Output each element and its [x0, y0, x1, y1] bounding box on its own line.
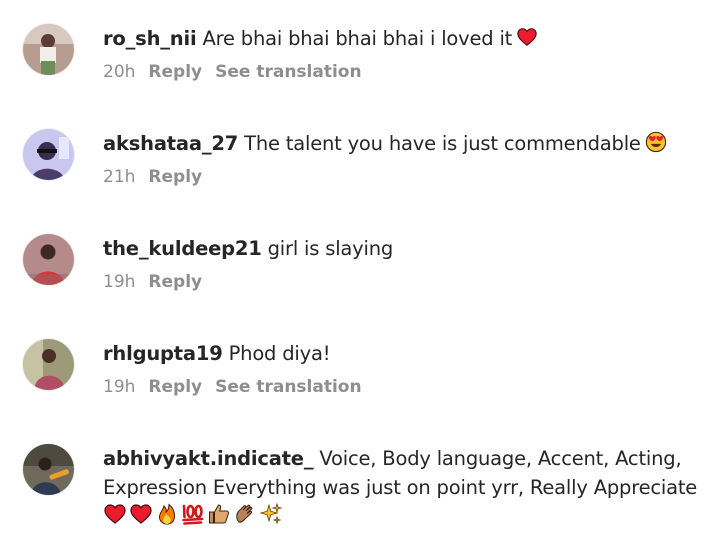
- see-translation-button[interactable]: See translation: [215, 62, 361, 82]
- comment-text: ro_sh_nii Are bhai bhai bhai bhai i loved…: [103, 24, 715, 53]
- avatar[interactable]: [23, 444, 74, 495]
- comment-meta: 21h Reply: [103, 166, 715, 188]
- comment-meta: 20h Reply See translation: [103, 61, 715, 83]
- comment-body: The talent you have is just commendable: [244, 132, 641, 155]
- red-heart-icon: [517, 28, 537, 46]
- timestamp: 20h: [103, 62, 136, 82]
- comment-meta: 19h Reply See translation: [103, 376, 715, 398]
- heart-eyes-face-icon: [645, 131, 666, 153]
- reply-button[interactable]: Reply: [148, 272, 202, 292]
- username[interactable]: abhivyakt.indicate_: [103, 447, 314, 470]
- comment-body: Are bhai bhai bhai bhai i loved it: [202, 27, 513, 50]
- comment-body: girl is slaying: [267, 237, 394, 260]
- red-heart-icon: [130, 504, 152, 524]
- reply-button[interactable]: Reply: [148, 377, 202, 397]
- comment-text: rhlgupta19 Phod diya!: [103, 339, 715, 368]
- comment-text: the_kuldeep21 girl is slaying: [103, 234, 715, 263]
- username[interactable]: rhlgupta19: [103, 342, 223, 365]
- avatar[interactable]: [23, 129, 74, 180]
- thumbs-up-icon: [209, 504, 229, 524]
- avatar[interactable]: [23, 234, 74, 285]
- timestamp: 19h: [103, 272, 136, 292]
- emoji-row: [103, 502, 715, 534]
- comments-list: ro_sh_nii Are bhai bhai bhai bhai i loved…: [0, 0, 725, 543]
- reply-button[interactable]: Reply: [148, 167, 202, 187]
- timestamp: 21h: [103, 167, 136, 187]
- comment-body: Phod diya!: [228, 342, 331, 365]
- username[interactable]: akshataa_27: [103, 132, 238, 155]
- avatar[interactable]: [23, 24, 74, 75]
- sparkles-icon: [259, 502, 283, 525]
- red-heart-icon: [104, 504, 126, 524]
- username[interactable]: the_kuldeep21: [103, 237, 262, 260]
- hundred-points-icon: [182, 504, 204, 525]
- fire-icon: [158, 503, 176, 525]
- comment-text: akshataa_27 The talent you have is just c…: [103, 129, 715, 158]
- comment-meta: 19h Reply: [103, 271, 715, 293]
- comment-text: abhivyakt.indicate_ Voice, Body language,…: [103, 444, 715, 502]
- avatar[interactable]: [23, 339, 74, 390]
- reply-button[interactable]: Reply: [148, 62, 202, 82]
- see-translation-button[interactable]: See translation: [215, 377, 361, 397]
- clapping-hands-icon: [236, 504, 253, 523]
- timestamp: 19h: [103, 377, 136, 397]
- username[interactable]: ro_sh_nii: [103, 27, 197, 50]
